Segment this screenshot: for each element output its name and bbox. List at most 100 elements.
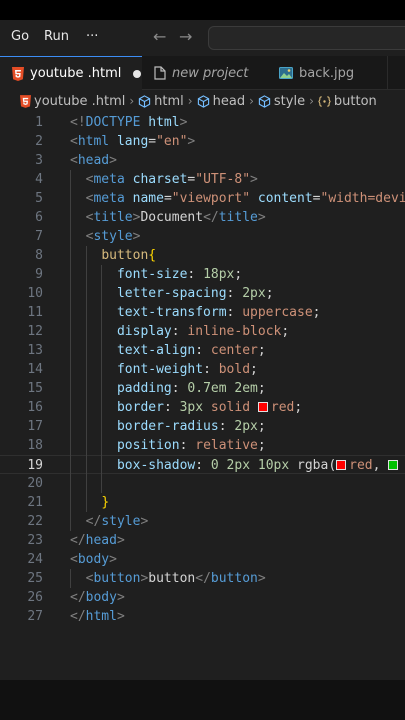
code-line[interactable]: 27 </html> (0, 607, 405, 626)
unsaved-dot-icon[interactable] (133, 69, 142, 78)
html5-icon (12, 66, 24, 81)
color-swatch-icon[interactable] (336, 460, 347, 470)
menu-go[interactable]: Go (11, 29, 29, 44)
line-number: 15 (27, 381, 43, 396)
bottom-area (0, 680, 405, 720)
line-number: 24 (27, 552, 43, 567)
line-number: 21 (27, 495, 43, 510)
tab-new-project[interactable]: new project (142, 56, 267, 90)
tab-youtube-html[interactable]: youtube .html (0, 56, 142, 90)
line-number: 4 (35, 172, 43, 187)
code-text: <title>Document</title> (85, 210, 266, 225)
code-text: padding: 0.7em 2em; (116, 381, 266, 396)
back-arrow-icon[interactable]: ← (153, 27, 166, 46)
breadcrumb-file[interactable]: youtube .html (20, 94, 125, 109)
code-line[interactable]: 13 text-align: center; (0, 341, 405, 360)
code-text: <!DOCTYPE html> (70, 115, 188, 130)
line-number: 2 (35, 134, 43, 149)
breadcrumb-label: button (333, 93, 377, 109)
code-line[interactable]: 24 <body> (0, 550, 405, 569)
code-line[interactable]: 3 <head> (0, 151, 405, 170)
code-line[interactable]: 9 font-size: 18px; (0, 265, 405, 284)
breadcrumb-html[interactable]: html (138, 94, 184, 109)
breadcrumb-head[interactable]: head (197, 94, 245, 109)
line-number: 1 (35, 115, 43, 130)
tab-label: youtube .html (30, 66, 122, 81)
title-bar: Go Run ··· ← → (0, 20, 405, 56)
code-line[interactable]: 26 </body> (0, 588, 405, 607)
code-line[interactable]: 21 } (0, 493, 405, 512)
menu-more[interactable]: ··· (86, 29, 98, 44)
tab-divider (387, 56, 388, 90)
indent-guide (70, 170, 71, 531)
breadcrumb-label: youtube .html (34, 93, 126, 109)
code-line[interactable]: 12 display: inline-block; (0, 322, 405, 341)
code-line[interactable]: 8 button{ (0, 246, 405, 265)
code-line[interactable]: 4 <meta charset="UTF-8"> (0, 170, 405, 189)
line-number: 17 (27, 419, 43, 434)
code-text: <body> (70, 552, 117, 567)
code-line[interactable]: 7 <style> (0, 227, 405, 246)
line-number: 12 (27, 324, 43, 339)
breadcrumb-button[interactable]: button (318, 94, 377, 109)
code-text: <style> (85, 229, 141, 244)
code-line[interactable]: 5 <meta name="viewport" content="width=d… (0, 189, 405, 208)
code-line[interactable]: 25 <button>button</button> (0, 569, 405, 588)
code-text: <meta name="viewport" content="width=dev… (85, 191, 405, 206)
breadcrumb-label: html (154, 93, 184, 109)
code-line[interactable]: 17 border-radius: 2px; (0, 417, 405, 436)
code-text: </style> (85, 514, 149, 529)
line-number: 5 (35, 191, 43, 206)
code-line[interactable]: 11 text-transform: uppercase; (0, 303, 405, 322)
cube-icon (258, 94, 271, 108)
forward-arrow-icon[interactable]: → (179, 27, 192, 46)
css-selector-icon (318, 95, 331, 107)
chevron-right-icon: › (249, 94, 254, 108)
code-text: border: 3px solid red; (116, 400, 303, 415)
code-text: box-shadow: 0 2px 10px rgba(red, (70, 456, 401, 475)
cube-icon (197, 94, 209, 108)
code-text: </head> (70, 533, 125, 548)
breadcrumb: youtube .html › html › head › style › bu… (0, 90, 405, 112)
breadcrumb-style[interactable]: style (258, 94, 305, 109)
line-number: 11 (27, 305, 43, 320)
line-number: 19 (27, 458, 43, 473)
indent-guide (101, 265, 103, 493)
code-line[interactable]: 15 padding: 0.7em 2em; (0, 379, 405, 398)
code-line[interactable]: 19 box-shadow: 0 2px 10px rgba(red, (0, 455, 405, 474)
cube-icon (139, 94, 151, 108)
color-swatch-icon[interactable] (257, 402, 268, 412)
code-text: <html lang="en"> (70, 134, 196, 149)
tab-back-jpg[interactable]: back.jpg (267, 56, 387, 90)
line-number: 6 (35, 210, 43, 225)
line-number: 22 (27, 514, 43, 529)
editor-tab-bar: youtube .html new project back.jpg (0, 56, 405, 90)
code-line[interactable]: 23 </head> (0, 531, 405, 550)
code-line[interactable]: 22 </style> (0, 512, 405, 531)
code-line[interactable]: 14 font-weight: bold; (0, 360, 405, 379)
chevron-right-icon: › (129, 94, 135, 108)
code-text: </body> (70, 590, 125, 605)
code-text: border-radius: 2px; (116, 419, 266, 434)
code-line[interactable]: 16 border: 3px solid red; (0, 398, 405, 417)
code-editor[interactable]: 1 <!DOCTYPE html> 2 <html lang="en"> 3 <head>… (0, 112, 405, 680)
line-number: 9 (35, 267, 43, 282)
menu-run[interactable]: Run (44, 29, 69, 44)
code-line[interactable]: 18 position: relative; (0, 436, 405, 455)
code-line[interactable]: 10 letter-spacing: 2px; (0, 284, 405, 303)
code-text: display: inline-block; (116, 324, 290, 339)
line-number: 27 (27, 609, 43, 624)
code-text: text-transform: uppercase; (116, 305, 321, 320)
code-text: } (101, 495, 110, 510)
color-swatch-icon[interactable] (388, 460, 399, 470)
line-number: 13 (27, 343, 43, 358)
indent-guide (85, 246, 87, 512)
code-line[interactable]: 2 <html lang="en"> (0, 132, 405, 151)
command-center-search[interactable] (208, 26, 405, 50)
breadcrumb-label: head (212, 93, 246, 109)
tab-label: back.jpg (299, 65, 355, 81)
code-line[interactable]: 20 (0, 474, 405, 493)
file-icon (154, 66, 166, 80)
code-line[interactable]: 6 <title>Document</title> (0, 208, 405, 227)
code-line[interactable]: 1 <!DOCTYPE html> (0, 113, 405, 132)
